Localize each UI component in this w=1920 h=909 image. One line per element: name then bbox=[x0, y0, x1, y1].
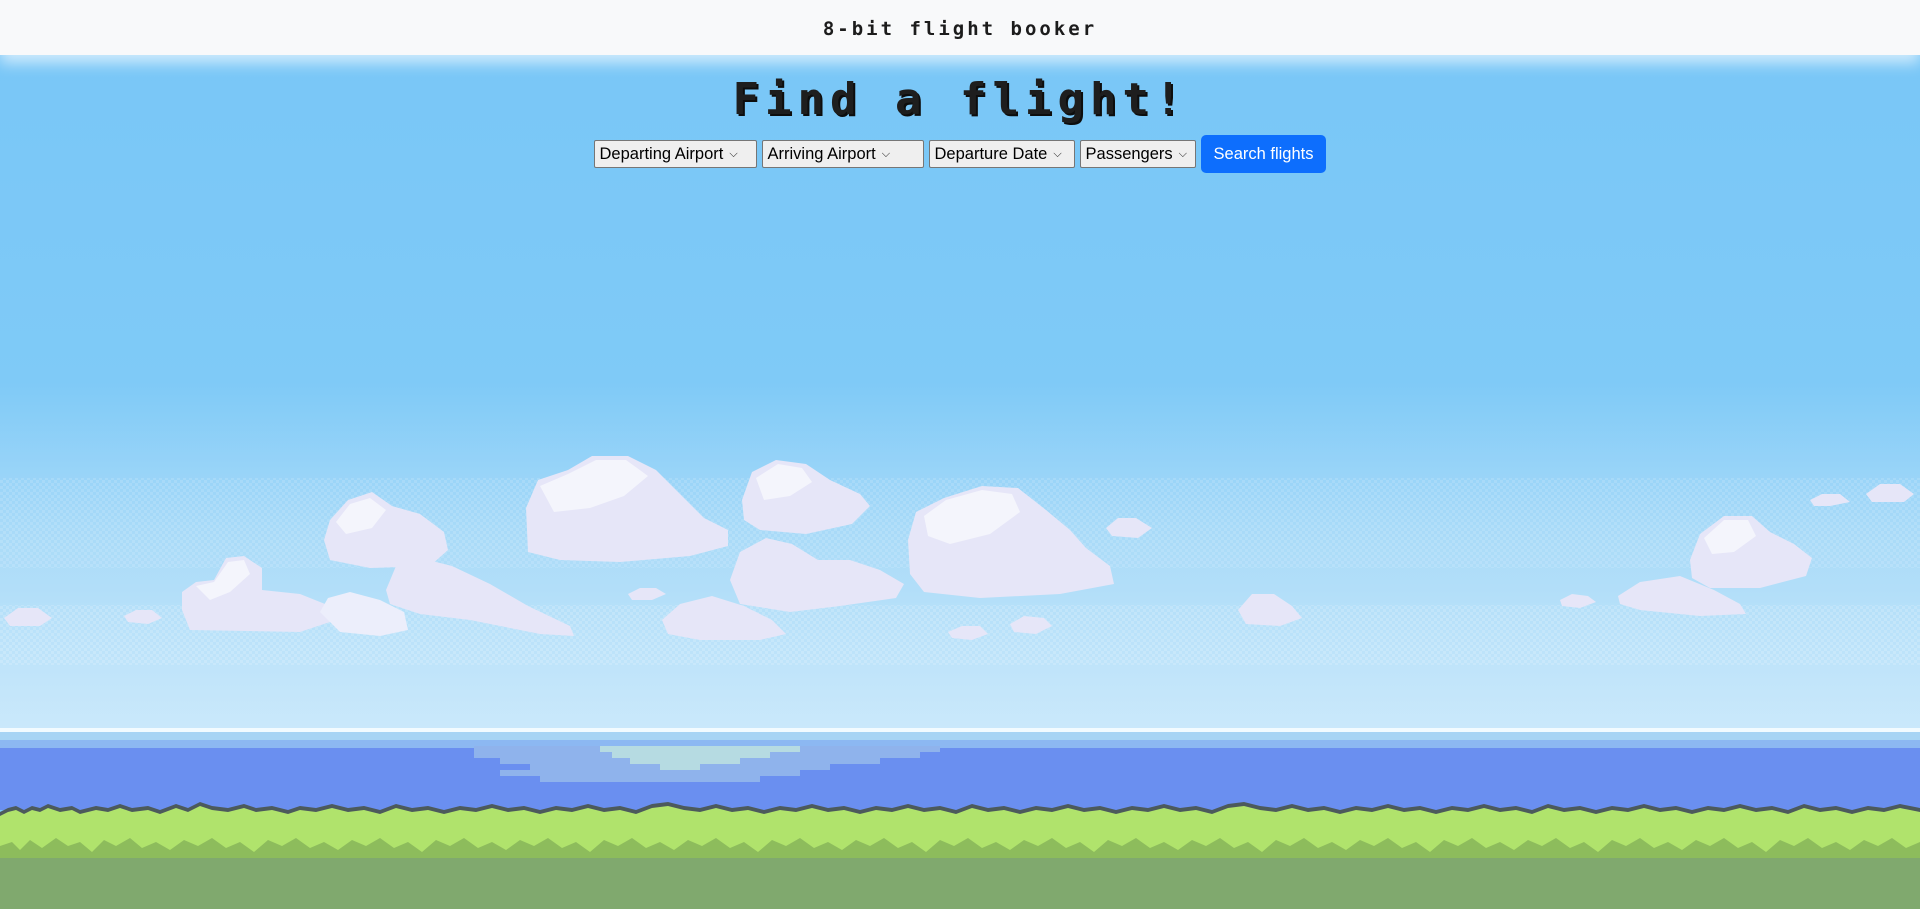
arriving-airport-label: Arriving Airport bbox=[767, 144, 876, 163]
sea bbox=[0, 746, 1920, 810]
departing-airport-label: Departing Airport bbox=[599, 144, 724, 163]
search-panel: Find a flight! Departing Airport ⌵ Arriv… bbox=[0, 74, 1920, 173]
passengers-select[interactable]: Passengers ⌵ bbox=[1079, 140, 1196, 168]
departing-airport-select[interactable]: Departing Airport ⌵ bbox=[593, 140, 757, 168]
departure-date-select[interactable]: Departure Date ⌵ bbox=[928, 140, 1075, 168]
grass bbox=[0, 802, 1920, 909]
passengers-label: Passengers bbox=[1085, 144, 1173, 163]
brand-title[interactable]: 8-bit flight booker bbox=[823, 18, 1097, 40]
arriving-airport-select[interactable]: Arriving Airport ⌵ bbox=[761, 140, 924, 168]
flight-search-form: Departing Airport ⌵ Arriving Airport ⌵ D… bbox=[593, 135, 1327, 173]
search-flights-button[interactable]: Search flights bbox=[1200, 135, 1327, 173]
horizon bbox=[0, 728, 1920, 748]
chevron-down-icon: ⌵ bbox=[729, 147, 738, 160]
chevron-down-icon: ⌵ bbox=[1053, 147, 1062, 160]
chevron-down-icon: ⌵ bbox=[881, 147, 891, 160]
chevron-down-icon: ⌵ bbox=[1178, 147, 1187, 160]
navbar: 8-bit flight booker bbox=[0, 0, 1920, 55]
departure-date-label: Departure Date bbox=[934, 144, 1048, 163]
page-title: Find a flight! bbox=[732, 74, 1188, 125]
